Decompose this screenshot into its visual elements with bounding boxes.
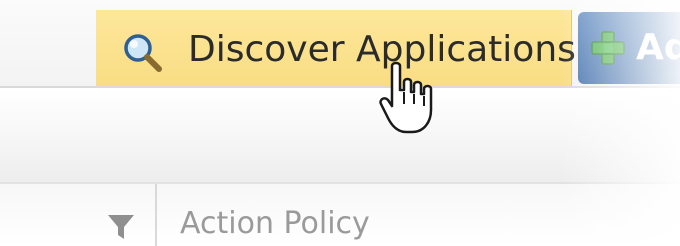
app-window: Discover Applications Ad Action Policy xyxy=(0,0,680,246)
filter-icon[interactable] xyxy=(106,212,136,242)
add-button-label: Ad xyxy=(636,27,680,68)
column-header-action-policy[interactable]: Action Policy xyxy=(180,202,370,246)
search-icon xyxy=(124,34,162,72)
discover-applications-button[interactable]: Discover Applications xyxy=(96,10,576,86)
grid-header-row: Action Policy xyxy=(0,182,680,246)
column-divider[interactable] xyxy=(155,184,157,246)
toolbar: Discover Applications Ad xyxy=(0,0,680,86)
add-button[interactable]: Ad xyxy=(578,12,680,84)
hand-pointer-cursor-icon xyxy=(379,61,433,134)
plus-icon xyxy=(591,31,625,65)
secondary-bar xyxy=(0,88,680,182)
